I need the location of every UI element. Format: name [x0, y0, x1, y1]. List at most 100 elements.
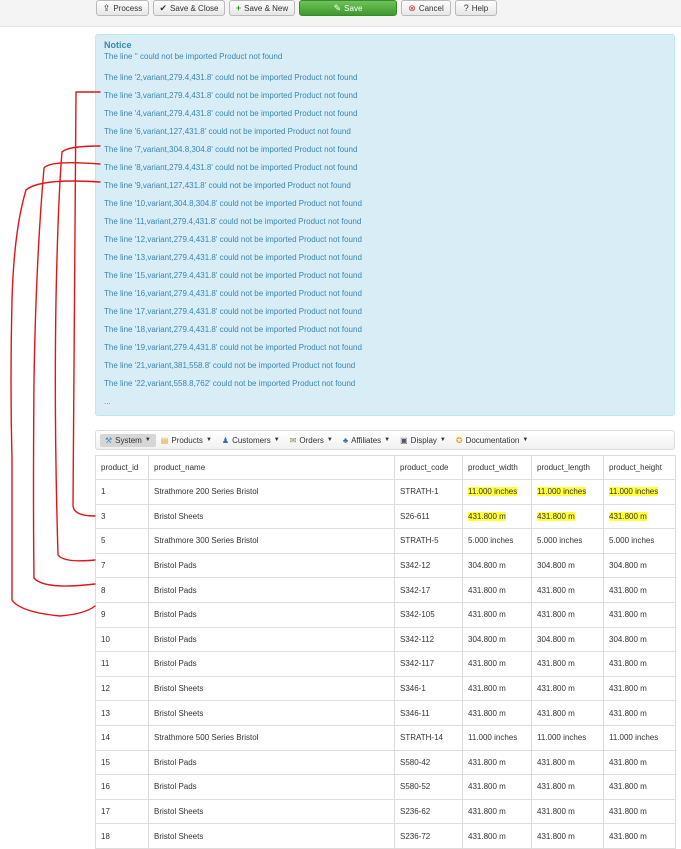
cell-product-width: 431.800 m: [462, 577, 532, 603]
annotation-line-7: [54, 145, 101, 562]
table-row[interactable]: 8 Bristol Pads S342-17 431.800 m 431.800…: [95, 577, 676, 603]
highlighted-value: 11.000 inches: [468, 487, 518, 497]
cell-product-length: 431.800 m: [531, 503, 604, 530]
upload-icon: ⇪: [102, 2, 111, 13]
cell-product-width: 431.800 m: [462, 675, 532, 702]
menu-customers[interactable]: ♟ Customers ▼: [217, 434, 285, 447]
menu-affiliates[interactable]: ♣ Affiliates ▼: [338, 434, 395, 447]
cell-product-code: S236-72: [394, 823, 463, 849]
notice-line: The line '11,variant,279.4,431.8' could …: [104, 217, 362, 226]
menu-label: Display: [410, 435, 437, 445]
column-header[interactable]: product_width: [462, 455, 532, 480]
notice-line: The line '7,variant,304.8,304.8' could n…: [104, 145, 358, 154]
save-button[interactable]: ✎ Save: [299, 0, 397, 16]
notice-line: The line '3,variant,279.4,431.8' could n…: [104, 91, 358, 100]
notice-line: The line '4,variant,279.4,431.8' could n…: [104, 109, 358, 118]
table-row[interactable]: 9 Bristol Pads S342-105 431.800 m 431.80…: [95, 601, 676, 628]
notice-line: The line '15,variant,279.4,431.8' could …: [104, 271, 362, 280]
table-header-row: product_id product_name product_code pro…: [95, 455, 676, 480]
cell-product-height: 431.800 m: [603, 675, 676, 702]
table-row[interactable]: 17 Bristol Sheets S236-62 431.800 m 431.…: [95, 798, 676, 825]
cell-product-length: 431.800 m: [531, 601, 604, 628]
notice-line: The line '' could not be imported Produc…: [104, 52, 283, 61]
cell-product-height: 431.800 m: [603, 823, 676, 849]
menu-system[interactable]: ⚒ System ▼: [100, 433, 156, 447]
cell-product-width: 5.000 inches: [462, 528, 532, 554]
table-row[interactable]: 14 Strathmore 500 Series Bristol STRATH-…: [95, 724, 676, 751]
cell-product-id: 9: [95, 601, 149, 628]
notice-line: The line '17,variant,279.4,431.8' could …: [104, 307, 362, 316]
cell-product-code: S346-11: [394, 700, 463, 726]
cell-product-id: 10: [95, 626, 149, 653]
menu-label: System: [115, 435, 142, 445]
cell-product-id: 17: [95, 798, 149, 825]
cell-product-code: STRATH-1: [394, 479, 463, 505]
table-row[interactable]: 12 Bristol Sheets S346-1 431.800 m 431.8…: [95, 675, 676, 702]
table-row[interactable]: 11 Bristol Pads S342-117 431.800 m 431.8…: [95, 651, 676, 677]
highlighted-value: 431.800 m: [609, 511, 647, 521]
annotation-line-9: [10, 180, 101, 617]
cell-product-height: 431.800 m: [603, 774, 676, 800]
menu-display[interactable]: ▣ Display ▼: [395, 434, 451, 447]
table-row[interactable]: 7 Bristol Pads S342-12 304.800 m 304.800…: [95, 552, 676, 579]
column-header[interactable]: product_code: [394, 455, 463, 480]
menu-orders[interactable]: ✉ Orders ▼: [285, 434, 338, 447]
help-button[interactable]: ? Help: [455, 0, 497, 16]
documentation-icon: ✪: [455, 435, 463, 445]
cell-product-name: Bristol Pads: [148, 601, 395, 628]
toolbar: ⇪ Process ✔ Save & Close + Save & New ✎ …: [0, 0, 681, 27]
table-row[interactable]: 1 Strathmore 200 Series Bristol STRATH-1…: [95, 479, 676, 505]
cell-product-length: 431.800 m: [531, 651, 604, 677]
cell-product-width: 431.800 m: [462, 601, 532, 628]
cell-product-code: S342-12: [394, 552, 463, 579]
cell-product-code: STRATH-5: [394, 528, 463, 554]
table-row[interactable]: 13 Bristol Sheets S346-11 431.800 m 431.…: [95, 700, 676, 726]
cell-product-id: 3: [95, 503, 149, 530]
table-row[interactable]: 18 Bristol Sheets S236-72 431.800 m 431.…: [95, 823, 676, 849]
cell-product-id: 18: [95, 823, 149, 849]
cell-product-code: S346-1: [394, 675, 463, 702]
cell-product-width: 11.000 inches: [462, 724, 532, 751]
cell-product-name: Strathmore 200 Series Bristol: [148, 479, 395, 505]
menu-documentation[interactable]: ✪ Documentation ▼: [451, 434, 533, 447]
column-header[interactable]: product_length: [531, 455, 604, 480]
menu-label: Documentation: [465, 435, 520, 445]
table-row[interactable]: 16 Bristol Pads S580-52 431.800 m 431.80…: [95, 774, 676, 800]
save-new-label: Save & New: [244, 3, 289, 13]
process-button[interactable]: ⇪ Process: [96, 0, 149, 16]
cell-product-length: 11.000 inches: [531, 724, 604, 751]
cell-product-id: 8: [95, 577, 149, 603]
caret-down-icon: ▼: [144, 437, 151, 443]
table-row[interactable]: 15 Bristol Pads S580-42 431.800 m 431.80…: [95, 749, 676, 776]
table-row[interactable]: 10 Bristol Pads S342-112 304.800 m 304.8…: [95, 626, 676, 653]
notice-line: The line '21,variant,381,558.8' could no…: [104, 361, 356, 370]
cell-product-id: 16: [95, 774, 149, 800]
cell-product-code: S342-112: [394, 626, 463, 653]
column-header[interactable]: product_height: [603, 455, 676, 480]
cell-product-width: 431.800 m: [462, 749, 532, 776]
table-row[interactable]: 3 Bristol Sheets S26-611 431.800 m 431.8…: [95, 503, 676, 530]
cell-product-height: 431.800 m: [603, 749, 676, 776]
cell-product-width: 431.800 m: [462, 774, 532, 800]
display-icon: ▣: [400, 435, 408, 445]
notice-line: The line '12,variant,279.4,431.8' could …: [104, 235, 362, 244]
cell-product-height: 431.800 m: [603, 503, 676, 530]
help-icon: ?: [463, 2, 469, 13]
cell-product-code: S342-105: [394, 601, 463, 628]
edit-icon: ✎: [333, 2, 342, 13]
save-new-button[interactable]: + Save & New: [229, 0, 295, 16]
table-row[interactable]: 5 Strathmore 300 Series Bristol STRATH-5…: [95, 528, 676, 554]
cell-product-length: 304.800 m: [531, 552, 604, 579]
menu-products[interactable]: ▤ Products ▼: [156, 434, 217, 447]
notice-line: The line '2,variant,279.4,431.8' could n…: [104, 73, 358, 82]
cell-product-id: 14: [95, 724, 149, 751]
menu-label: Orders: [299, 435, 324, 445]
cancel-button[interactable]: ⊗ Cancel: [401, 0, 451, 16]
column-header[interactable]: product_name: [148, 455, 395, 480]
cell-product-length: 431.800 m: [531, 675, 604, 702]
column-header[interactable]: product_id: [95, 455, 149, 480]
save-close-button[interactable]: ✔ Save & Close: [153, 0, 225, 16]
cell-product-code: S342-117: [394, 651, 463, 677]
cell-product-id: 7: [95, 552, 149, 579]
cell-product-code: S342-17: [394, 577, 463, 603]
